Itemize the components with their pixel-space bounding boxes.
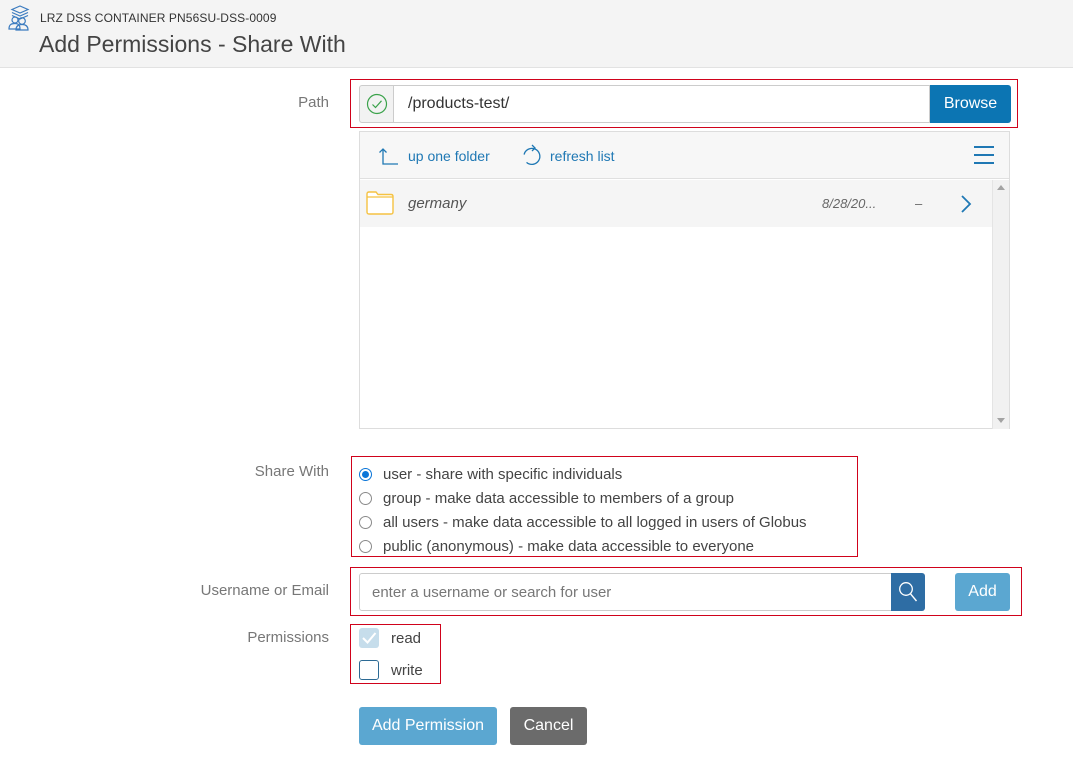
share-option-all-users[interactable]: all users - make data accessible to all … — [359, 510, 807, 534]
folder-icon — [366, 191, 394, 215]
share-with-label: Share With — [254, 463, 329, 480]
hamburger-menu-icon[interactable] — [973, 145, 995, 165]
file-list-row[interactable]: germany 8/28/20... – — [360, 180, 992, 227]
up-one-folder-label: up one folder — [408, 147, 490, 164]
up-one-folder-button[interactable]: up one folder — [378, 132, 490, 179]
permission-read: read — [359, 628, 421, 648]
radio-button[interactable] — [359, 539, 372, 553]
radio-button[interactable] — [359, 491, 372, 505]
file-list: germany 8/28/20... – — [360, 180, 992, 429]
share-option-label: all users - make data accessible to all … — [383, 513, 807, 531]
add-user-button[interactable]: Add — [955, 573, 1010, 611]
page-header: LRZ DSS CONTAINER PN56SU-DSS-0009 Add Pe… — [0, 0, 1073, 68]
username-label: Username or Email — [200, 582, 329, 599]
share-option-label: group - make data accessible to members … — [383, 489, 735, 507]
share-option-label: public (anonymous) - make data accessibl… — [383, 537, 755, 555]
refresh-list-button[interactable]: refresh list — [520, 132, 615, 179]
path-input-group: Browse — [359, 85, 1011, 123]
shared-collection-icon — [8, 5, 30, 31]
search-icon — [899, 582, 918, 602]
share-option-group[interactable]: group - make data accessible to members … — [359, 486, 807, 510]
check-circle-icon — [366, 93, 387, 115]
up-arrow-icon — [379, 147, 398, 165]
file-browser: up one folder refresh list germany 8/28/… — [359, 131, 1010, 429]
path-label: Path — [298, 94, 329, 111]
file-list-scrollbar[interactable] — [992, 180, 1009, 429]
refresh-list-label: refresh list — [550, 147, 615, 164]
checkmark-icon — [362, 632, 377, 644]
file-name[interactable]: germany — [408, 195, 466, 212]
permission-write[interactable]: write — [359, 660, 423, 680]
path-status — [359, 85, 393, 123]
share-with-options: user - share with specific individuals g… — [359, 462, 807, 558]
write-checkbox[interactable] — [359, 660, 379, 680]
share-option-user[interactable]: user - share with specific individuals — [359, 462, 807, 486]
radio-button[interactable] — [359, 515, 372, 529]
page-title: Add Permissions - Share With — [39, 31, 346, 57]
refresh-icon — [523, 144, 541, 165]
share-option-public[interactable]: public (anonymous) - make data accessibl… — [359, 534, 807, 558]
scroll-up-arrow-icon[interactable] — [997, 185, 1005, 190]
radio-button-selected[interactable] — [359, 467, 372, 481]
collection-name: LRZ DSS CONTAINER PN56SU-DSS-0009 — [40, 11, 277, 25]
file-date: 8/28/20... — [822, 196, 877, 211]
browser-toolbar: up one folder refresh list — [360, 132, 1009, 179]
scroll-down-arrow-icon[interactable] — [997, 418, 1005, 423]
file-size: – — [915, 196, 923, 211]
read-label: read — [391, 629, 422, 647]
path-input[interactable] — [393, 85, 930, 123]
cancel-button[interactable]: Cancel — [510, 707, 587, 745]
share-option-label: user - share with specific individuals — [383, 465, 623, 483]
read-checkbox — [359, 628, 379, 648]
username-input[interactable] — [359, 573, 892, 611]
permissions-label: Permissions — [247, 629, 329, 646]
browse-button[interactable]: Browse — [930, 85, 1011, 123]
chevron-right-icon[interactable] — [960, 194, 972, 214]
add-permission-button[interactable]: Add Permission — [359, 707, 497, 745]
search-user-button[interactable] — [891, 573, 925, 611]
write-label: write — [391, 661, 423, 679]
